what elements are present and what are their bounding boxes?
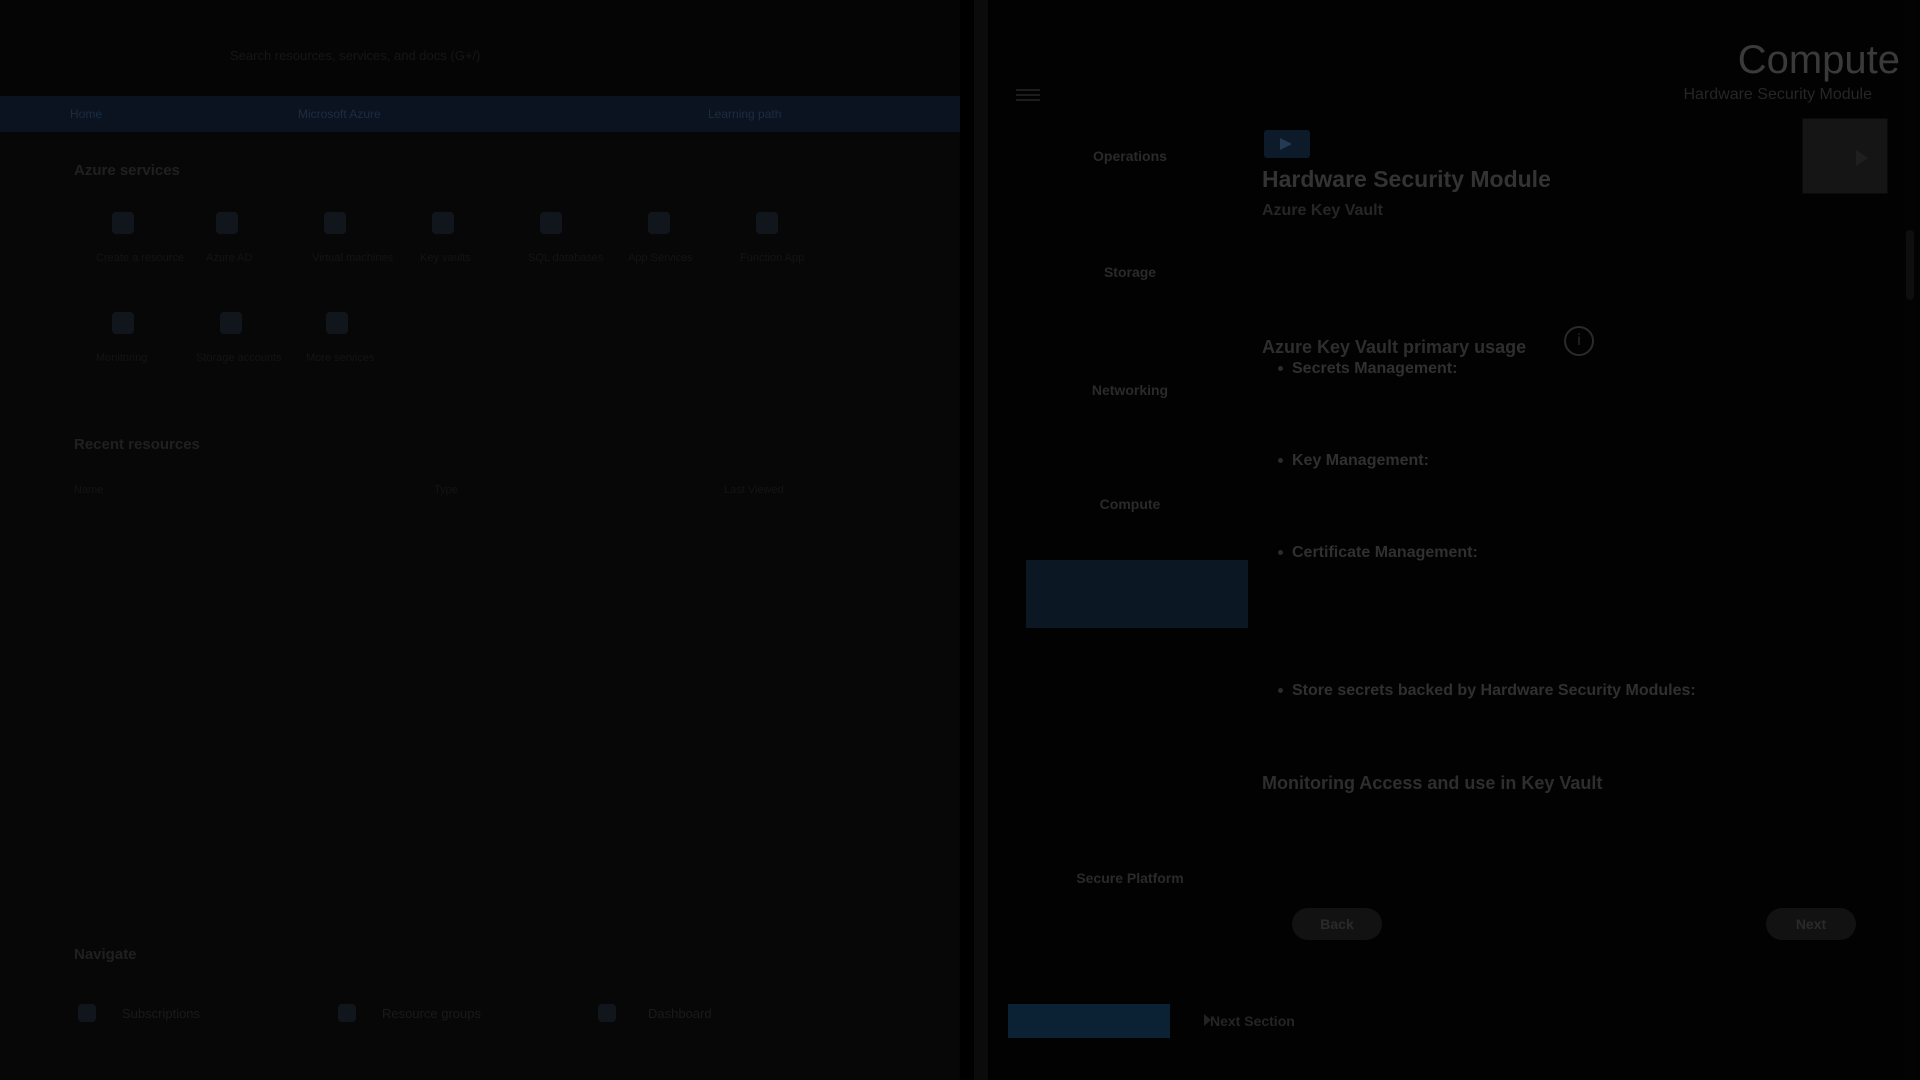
nav-item-storage[interactable]: Storage (1030, 264, 1230, 280)
key-vault-term: Azure Key Vault (1262, 202, 1383, 219)
portal-tab-bar (0, 96, 960, 132)
service-label[interactable]: Azure AD (206, 252, 252, 264)
nav-active-item[interactable] (1026, 560, 1248, 628)
back-to-course-button[interactable] (1008, 1004, 1170, 1038)
play-icon (1280, 138, 1292, 150)
resource-group-icon (338, 1004, 356, 1022)
service-label[interactable]: Create a resource (96, 252, 184, 264)
azure-ad-icon[interactable] (216, 212, 238, 234)
portal-search-input[interactable]: Search resources, services, and docs (G+… (230, 48, 480, 63)
play-icon[interactable] (1856, 150, 1868, 166)
recent-resources-heading: Recent resources (74, 436, 200, 453)
portal-tab-azure[interactable]: Microsoft Azure (290, 100, 381, 128)
navigate-resource-groups-link[interactable]: Resource groups (382, 1006, 481, 1021)
function-icon[interactable] (756, 212, 778, 234)
azure-services-heading: Azure services (74, 162, 180, 179)
scrollbar-thumb[interactable] (1906, 230, 1914, 300)
bullet-secrets: Secrets Management: (1292, 360, 1458, 377)
portal-tab-home[interactable]: Home (62, 100, 102, 128)
plus-icon[interactable] (112, 212, 134, 234)
service-label[interactable]: Virtual machines (312, 252, 393, 264)
nav-item-networking[interactable]: Networking (1030, 382, 1230, 398)
scrollbar[interactable] (1904, 0, 1916, 1080)
service-label[interactable]: Monitoring (96, 352, 147, 364)
next-button[interactable]: Next (1766, 908, 1856, 940)
column-header-type: Type (434, 484, 458, 496)
service-label[interactable]: SQL databases (528, 252, 603, 264)
nav-item-secure-platform[interactable]: Secure Platform (1030, 870, 1230, 886)
pane-splitter[interactable] (974, 0, 988, 1080)
vm-icon[interactable] (324, 212, 346, 234)
course-title: Compute (1737, 38, 1900, 82)
key-icon (78, 1004, 96, 1022)
bullet-certificates: Certificate Management: (1292, 544, 1478, 561)
menu-icon[interactable] (1016, 86, 1040, 104)
portal-tab-learning[interactable]: Learning path (700, 100, 781, 128)
storage-icon[interactable] (220, 312, 242, 334)
service-label[interactable]: Key vaults (420, 252, 471, 264)
navigate-heading: Navigate (74, 946, 137, 963)
bullet-hsm: Store secrets backed by Hardware Securit… (1292, 682, 1696, 699)
portal-home (0, 132, 958, 1080)
column-header-name: Name (74, 484, 104, 496)
info-icon[interactable]: i (1564, 326, 1594, 356)
course-subtitle: Hardware Security Module (1683, 86, 1872, 103)
back-button[interactable]: Back (1292, 908, 1382, 940)
app-service-icon[interactable] (648, 212, 670, 234)
nav-item-compute[interactable]: Compute (1030, 496, 1230, 512)
next-section-link[interactable]: Next Section (1210, 1004, 1360, 1038)
monitoring-heading: Monitoring Access and use in Key Vault (1262, 773, 1603, 793)
arrow-right-icon[interactable] (326, 312, 348, 334)
service-label[interactable]: Function App (740, 252, 804, 264)
bullet-keys: Key Management: (1292, 452, 1429, 469)
key-vault-icon[interactable] (432, 212, 454, 234)
column-header-last-viewed: Last Viewed (724, 484, 784, 496)
section-heading: Hardware Security Module (1262, 166, 1551, 192)
sql-icon[interactable] (540, 212, 562, 234)
service-label[interactable]: App Services (628, 252, 693, 264)
navigate-dashboard-link[interactable]: Dashboard (648, 1006, 712, 1021)
service-label[interactable]: Storage accounts (196, 352, 282, 364)
service-label[interactable]: More services (306, 352, 374, 364)
intro-paragraph: Azure Key Vault (1262, 200, 1892, 310)
monitor-icon[interactable] (112, 312, 134, 334)
nav-item-operations[interactable]: Operations (1030, 148, 1230, 164)
navigate-subscriptions-link[interactable]: Subscriptions (122, 1006, 200, 1021)
dashboard-icon (598, 1004, 616, 1022)
